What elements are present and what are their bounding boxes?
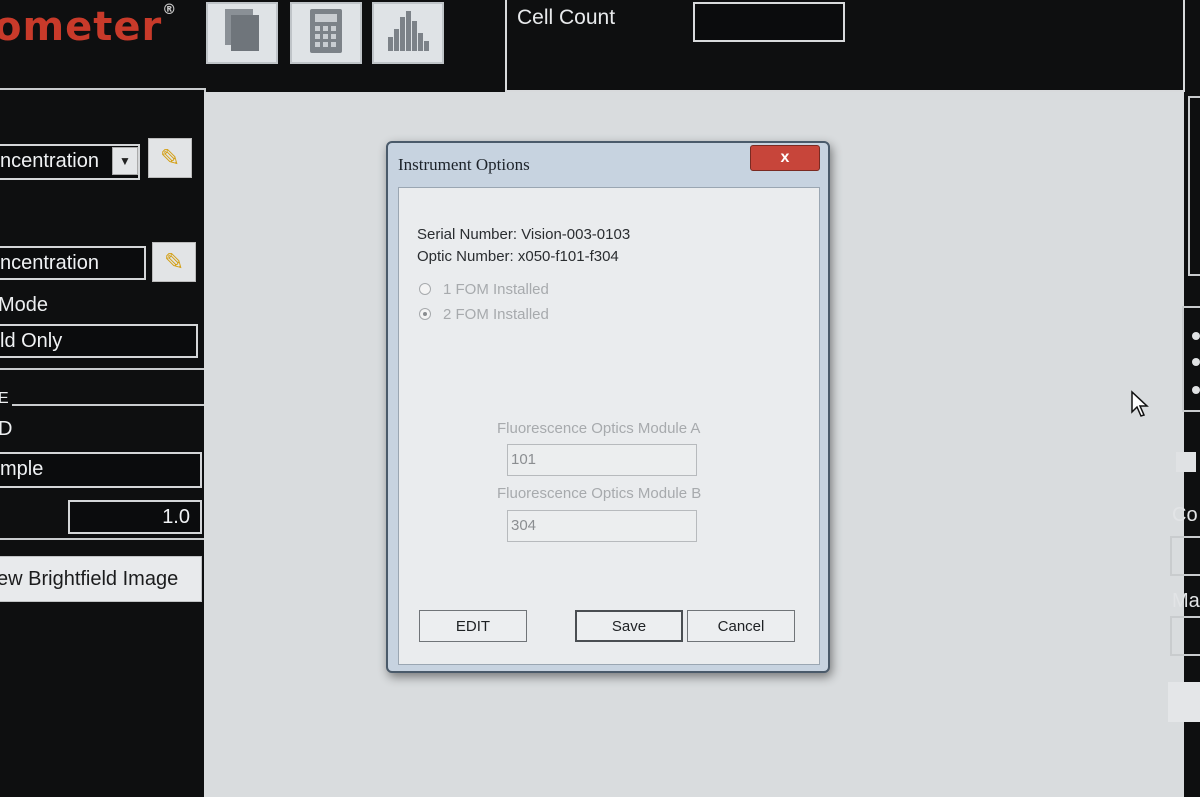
edit-assay-name-button[interactable]: ✎ xyxy=(152,242,196,282)
sample-id-field[interactable]: mple xyxy=(0,452,202,488)
radio-2-fom[interactable]: 2 FOM Installed xyxy=(419,306,619,324)
dialog-content: Serial Number: Vision-003-0103 Optic Num… xyxy=(398,187,820,665)
radio-2-circle xyxy=(419,308,431,320)
documents-icon xyxy=(221,7,263,60)
close-button[interactable]: x xyxy=(750,145,820,171)
right-label-co: Co xyxy=(1172,504,1198,526)
sample-id-value: mple xyxy=(0,458,44,480)
assay-name-value: ncentration xyxy=(0,252,99,274)
dilution-field[interactable]: 1.0 xyxy=(68,500,202,534)
mouse-pointer-icon xyxy=(1130,390,1152,425)
dialog-title: Instrument Options xyxy=(398,155,530,174)
app-logo: ometer® xyxy=(0,2,178,50)
view-brightfield-image-button[interactable]: ew Brightfield Image xyxy=(0,556,202,602)
right-button[interactable] xyxy=(1168,682,1200,722)
edit-button-label: EDIT xyxy=(455,617,491,635)
mode-value: ld Only xyxy=(0,330,63,352)
mode-field[interactable]: ld Only xyxy=(0,324,198,358)
radio-2-label: 2 FOM Installed xyxy=(443,306,549,323)
edit-assay-button[interactable]: ✎ xyxy=(148,138,192,178)
module-b-input[interactable]: 304 xyxy=(507,510,697,542)
right-panel-group xyxy=(1188,96,1200,276)
logo-text: ometer xyxy=(0,4,163,50)
instrument-options-dialog: Instrument Options x Serial Number: Visi… xyxy=(386,141,830,673)
serial-number-text: Serial Number: Vision-003-0103 xyxy=(417,226,631,243)
documents-button[interactable] xyxy=(206,2,278,64)
sample-id-label: D xyxy=(0,418,13,440)
right-checkbox[interactable] xyxy=(1176,452,1196,472)
radio-1-label: 1 FOM Installed xyxy=(443,281,549,298)
histogram-button[interactable] xyxy=(372,2,444,64)
close-icon: x xyxy=(780,149,790,166)
save-button[interactable]: Save xyxy=(575,610,683,642)
registered-mark: ® xyxy=(162,2,178,18)
calculator-button[interactable] xyxy=(290,2,362,64)
view-brightfield-label: ew Brightfield Image xyxy=(0,567,179,590)
save-button-label: Save xyxy=(611,617,647,635)
radio-1-circle xyxy=(419,283,431,295)
edit-button[interactable]: EDIT xyxy=(419,610,527,642)
pencil-icon: ✎ xyxy=(159,144,181,172)
assay-name-field[interactable]: ncentration xyxy=(0,246,146,280)
dilution-value: 1.0 xyxy=(162,506,190,528)
histogram-icon xyxy=(384,7,432,60)
assay-type-value: ncentration xyxy=(0,150,99,172)
cancel-button-label: Cancel xyxy=(717,617,765,635)
cell-count-label: Cell Count xyxy=(517,6,616,29)
calculator-icon xyxy=(306,7,346,60)
module-b-value: 304 xyxy=(511,517,537,534)
pencil-icon: ✎ xyxy=(163,248,185,276)
right-field-2[interactable] xyxy=(1170,616,1200,656)
module-a-value: 101 xyxy=(511,451,537,468)
sample-group-label: E xyxy=(0,390,12,408)
radio-1-fom[interactable]: 1 FOM Installed xyxy=(419,281,619,299)
chevron-down-icon[interactable]: ▼ xyxy=(112,147,138,175)
right-label-ma: Ma xyxy=(1172,590,1200,612)
mode-label: Mode xyxy=(0,294,49,316)
optic-number-text: Optic Number: x050-f101-f304 xyxy=(417,248,619,265)
cell-count-field[interactable] xyxy=(693,2,845,42)
module-a-label: Fluorescence Optics Module A xyxy=(497,420,701,437)
right-field-1[interactable] xyxy=(1170,536,1200,576)
right-radio-1[interactable] xyxy=(1192,332,1200,340)
cancel-button[interactable]: Cancel xyxy=(687,610,795,642)
module-b-label: Fluorescence Optics Module B xyxy=(497,485,702,502)
right-radio-2[interactable] xyxy=(1192,358,1200,366)
right-radio-3[interactable] xyxy=(1192,386,1200,394)
module-a-input[interactable]: 101 xyxy=(507,444,697,476)
